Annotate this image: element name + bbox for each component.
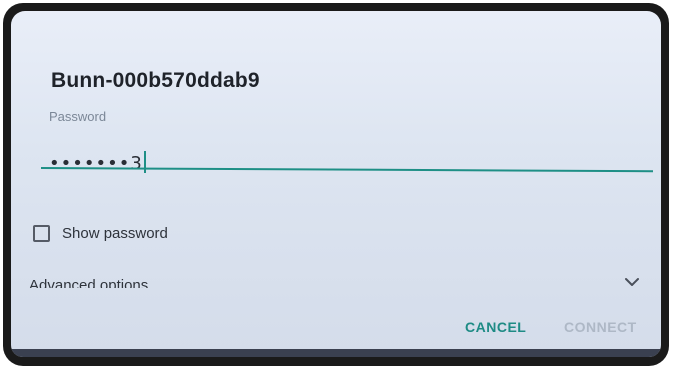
wifi-password-dialog: Bunn-000b570ddab9 Password •••••••3 Show…: [11, 11, 661, 357]
show-password-label: Show password: [62, 225, 168, 242]
screen-bottom-edge: [11, 349, 661, 357]
chevron-down-icon[interactable]: [625, 277, 639, 287]
text-cursor: [143, 151, 146, 173]
password-label: Password: [49, 109, 107, 124]
password-field[interactable]: •••••••3: [49, 151, 146, 174]
advanced-options-toggle[interactable]: Advanced options: [29, 276, 148, 288]
network-name-title: Bunn-000b570ddab9: [51, 69, 260, 92]
show-password-row[interactable]: Show password: [33, 225, 168, 242]
device-bezel: Bunn-000b570ddab9 Password •••••••3 Show…: [3, 3, 669, 366]
cancel-button[interactable]: CANCEL: [465, 319, 526, 335]
connect-button[interactable]: CONNECT: [564, 319, 637, 335]
password-value: •••••••3: [49, 153, 143, 174]
show-password-checkbox[interactable]: [33, 225, 50, 242]
